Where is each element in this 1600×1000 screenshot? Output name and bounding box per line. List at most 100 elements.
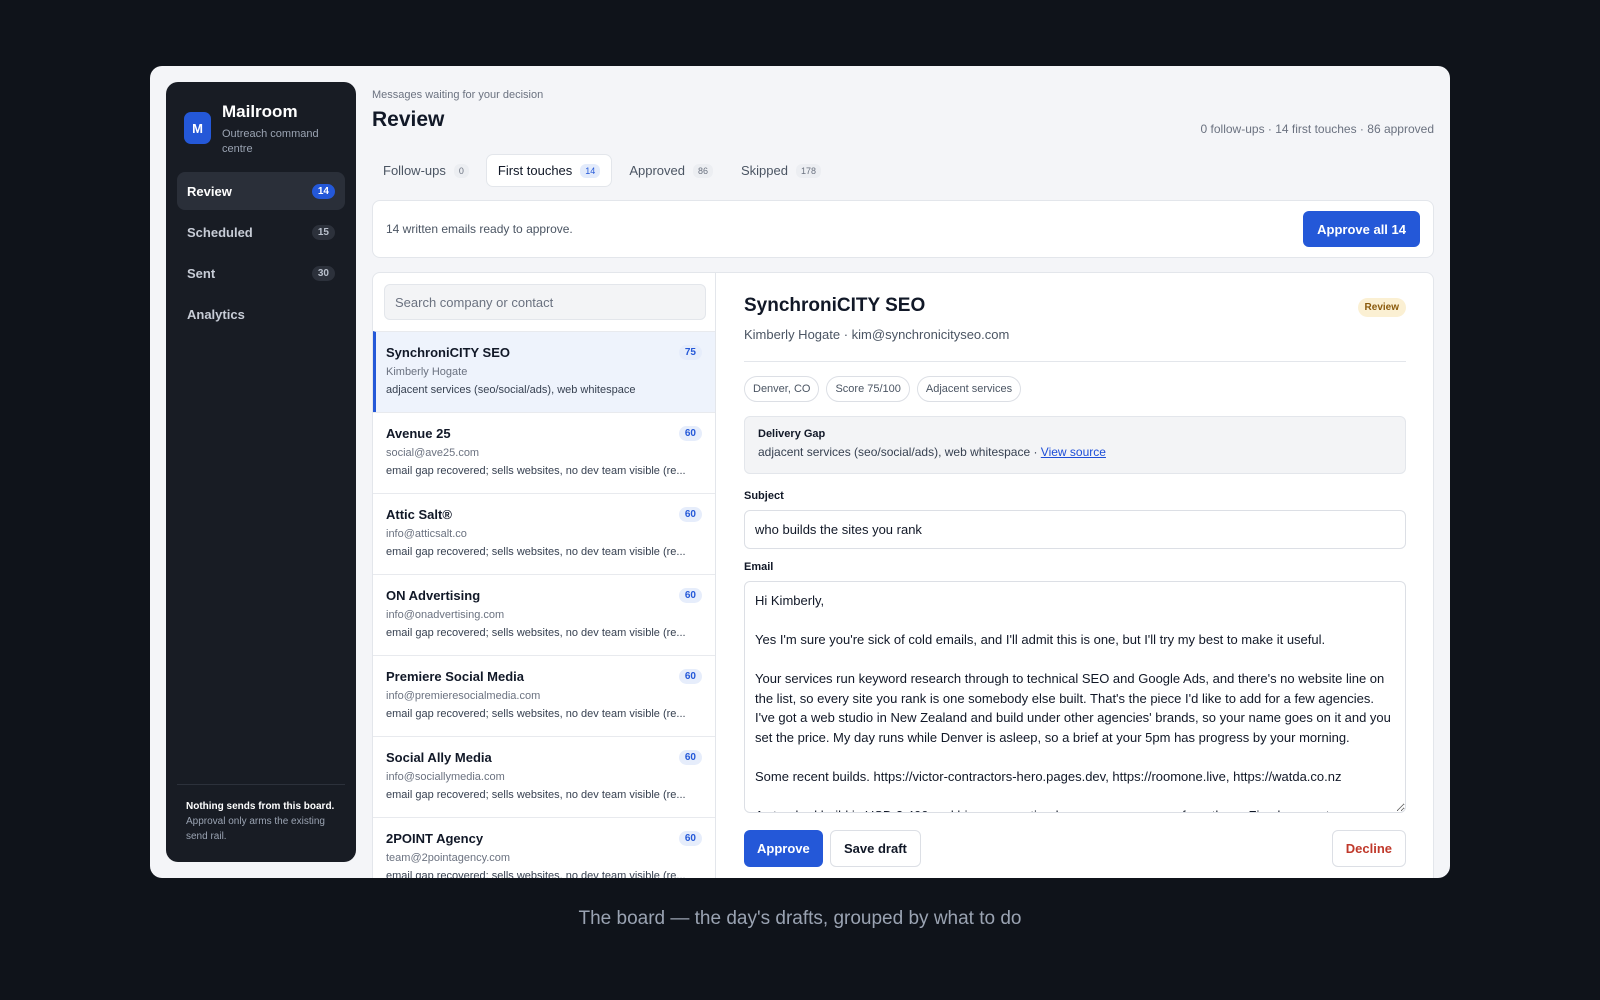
approval-banner: 14 written emails ready to approve. Appr…	[372, 200, 1434, 258]
reason-note: email gap recovered; sells websites, no …	[386, 870, 686, 878]
summary-counts: 0 follow-ups · 14 first touches · 86 app…	[1200, 122, 1434, 136]
reason-note: adjacent services (seo/social/ads), web …	[386, 384, 636, 396]
decline-button[interactable]: Decline	[1331, 830, 1406, 867]
company-name: ON Advertising	[386, 588, 481, 603]
view-source-link[interactable]: View source	[1041, 445, 1106, 459]
list-item[interactable]: Avenue 25 social@ave25.com email gap rec…	[373, 412, 715, 493]
action-bar: Approve Save draft Decline	[744, 830, 1406, 867]
gap-description: adjacent services (seo/social/ads), web …	[758, 445, 1041, 459]
brand-subtitle: Outreach command centre	[222, 128, 319, 155]
review-panel: SynchroniCITY SEO Kimberly Hogate adjace…	[372, 272, 1434, 878]
category-chip: Adjacent services	[916, 376, 1022, 402]
location-chip: Denver, CO	[744, 376, 820, 402]
contact: info@sociallymedia.com	[386, 771, 505, 783]
count-badge: 15	[311, 224, 335, 240]
reason-note: email gap recovered; sells websites, no …	[386, 789, 686, 801]
company-name: 2POINT Agency	[386, 831, 484, 846]
tab-label: First touches	[497, 163, 573, 178]
score-badge: 60	[678, 426, 702, 441]
tab-count: 178	[795, 163, 821, 178]
company-name: Premiere Social Media	[386, 669, 525, 684]
score-badge: 60	[678, 750, 702, 765]
draft-detail: SynchroniCITY SEO Kimberly Hogate · kim@…	[744, 273, 1406, 878]
sidebar-item-label: Analytics	[187, 306, 245, 322]
reason-note: email gap recovered; sells websites, no …	[386, 627, 686, 639]
detail-title: SynchroniCITY SEO	[744, 295, 926, 316]
subject-label: Subject	[744, 490, 784, 502]
approve-button[interactable]: Approve	[744, 830, 823, 867]
tab-count: 14	[580, 163, 601, 178]
contact: info@onadvertising.com	[386, 609, 505, 621]
draft-list-column: SynchroniCITY SEO Kimberly Hogate adjace…	[373, 273, 716, 878]
list-item[interactable]: 2POINT Agency team@2pointagency.com emai…	[373, 817, 715, 878]
sidebar-item-review[interactable]: Review 14	[177, 172, 345, 210]
tag-chips: Denver, CO Score 75/100 Adjacent service…	[744, 376, 1022, 402]
page-eyebrow: Messages waiting for your decision	[372, 89, 544, 101]
reason-note: email gap recovered; sells websites, no …	[386, 708, 686, 720]
list-item[interactable]: ON Advertising info@onadvertising.com em…	[373, 574, 715, 655]
sidebar-item-label: Review	[187, 183, 232, 199]
sidebar-item-scheduled[interactable]: Scheduled 15	[177, 213, 345, 251]
tab-first-touches[interactable]: First touches 14	[485, 154, 613, 187]
sidebar-nav: Review 14 Scheduled 15 Sent 30 Analytics	[177, 172, 345, 336]
sidebar: M Mailroom Outreach command centre Revie…	[166, 82, 356, 862]
sidebar-item-label: Sent	[187, 265, 216, 281]
caption: The board — the day's drafts, grouped by…	[578, 908, 1022, 929]
sidebar-item-sent[interactable]: Sent 30	[177, 254, 345, 292]
sidebar-item-label: Scheduled	[187, 224, 253, 240]
tab-bar: Follow-ups 0 First touches 14 Approved 8…	[372, 154, 832, 187]
app-window: M Mailroom Outreach command centre Revie…	[150, 66, 1450, 878]
company-name: SynchroniCITY SEO	[386, 345, 511, 360]
count-badge: 14	[311, 183, 335, 199]
brand-logo: M	[184, 112, 211, 144]
sidebar-item-analytics[interactable]: Analytics	[177, 295, 345, 333]
approve-all-button[interactable]: Approve all 14	[1303, 211, 1420, 247]
contact: team@2pointagency.com	[386, 852, 511, 864]
save-draft-button[interactable]: Save draft	[830, 830, 921, 867]
brand-name: Mailroom	[222, 102, 298, 121]
subject-input[interactable]	[744, 510, 1406, 549]
score-badge: 60	[678, 669, 702, 684]
tab-approved[interactable]: Approved 86	[618, 154, 724, 187]
score-badge: 60	[678, 831, 702, 846]
brand: M Mailroom Outreach command centre	[184, 102, 332, 157]
contact: social@ave25.com	[386, 447, 480, 459]
tab-skipped[interactable]: Skipped 178	[730, 154, 832, 187]
list-item[interactable]: SynchroniCITY SEO Kimberly Hogate adjace…	[373, 331, 715, 412]
company-name: Social Ally Media	[386, 750, 492, 765]
search-input[interactable]	[384, 284, 706, 320]
list-item[interactable]: Premiere Social Media info@premieresocia…	[373, 655, 715, 736]
score-badge: 60	[678, 588, 702, 603]
gap-text: adjacent services (seo/social/ads), web …	[758, 445, 1392, 459]
footer-text: Approval only arms the existing send rai…	[186, 816, 325, 842]
list-item[interactable]: Attic Salt® info@atticsalt.co email gap …	[373, 493, 715, 574]
detail-contact: Kimberly Hogate · kim@synchronicityseo.c…	[744, 327, 1010, 342]
status-badge: Review	[1357, 298, 1406, 317]
company-name: Avenue 25	[386, 426, 451, 441]
tab-label: Approved	[629, 163, 685, 178]
banner-text: 14 written emails ready to approve.	[386, 222, 573, 236]
company-name: Attic Salt®	[386, 507, 452, 522]
tab-label: Follow-ups	[383, 163, 446, 178]
count-badge: 30	[311, 265, 335, 281]
contact: Kimberly Hogate	[386, 366, 468, 378]
sidebar-footer-note: Nothing sends from this board. Approval …	[177, 784, 345, 844]
email-label: Email	[744, 561, 774, 573]
score-chip: Score 75/100	[826, 376, 910, 402]
gap-title: Delivery Gap	[758, 428, 826, 440]
tab-count: 86	[692, 163, 713, 178]
tab-follow-ups[interactable]: Follow-ups 0	[372, 154, 480, 187]
tab-count: 0	[453, 163, 469, 178]
page-title: Review	[372, 108, 445, 131]
reason-note: email gap recovered; sells websites, no …	[386, 465, 686, 477]
score-badge: 60	[678, 507, 702, 522]
delivery-gap-box: Delivery Gap adjacent services (seo/soci…	[744, 416, 1406, 474]
tab-label: Skipped	[740, 163, 788, 178]
score-badge: 75	[678, 345, 702, 360]
email-body-textarea[interactable]: Hi Kimberly, Yes I'm sure you're sick of…	[744, 581, 1406, 813]
reason-note: email gap recovered; sells websites, no …	[386, 546, 686, 558]
draft-list: SynchroniCITY SEO Kimberly Hogate adjace…	[373, 331, 715, 878]
divider	[744, 361, 1406, 362]
contact: info@premieresocialmedia.com	[386, 690, 541, 702]
list-item[interactable]: Social Ally Media info@sociallymedia.com…	[373, 736, 715, 817]
